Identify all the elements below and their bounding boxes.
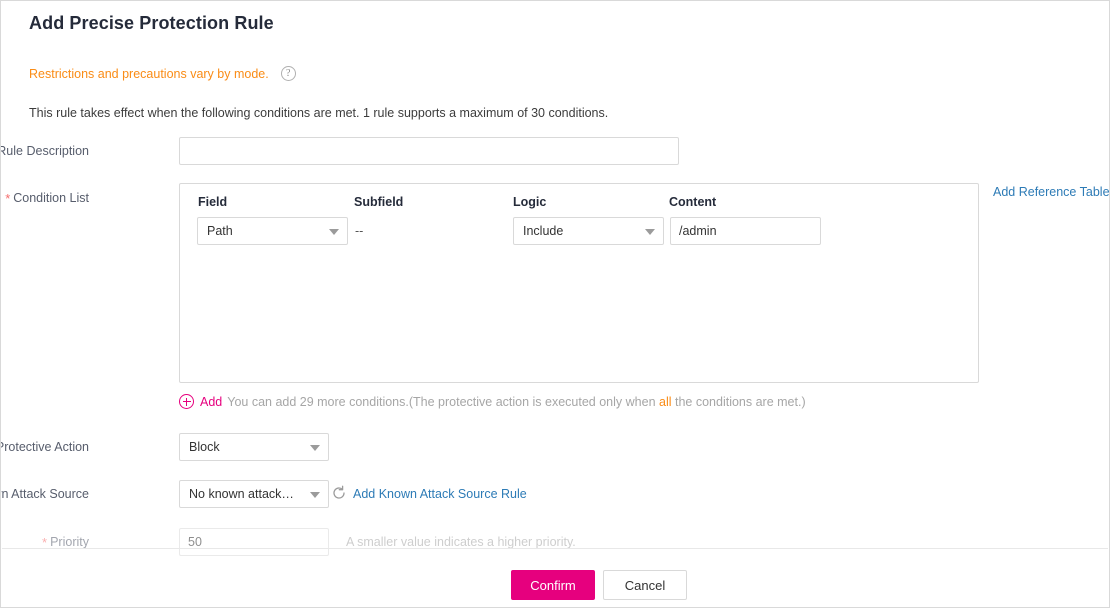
add-desc-highlight: all	[659, 394, 672, 409]
add-known-attack-source-rule-link[interactable]: Add Known Attack Source Rule	[353, 487, 527, 501]
rule-conditions-note: This rule takes effect when the followin…	[29, 106, 609, 120]
chevron-down-icon	[310, 445, 320, 451]
add-condition-row: Add You can add 29 more conditions.(The …	[179, 394, 806, 409]
column-header-content: Content	[669, 195, 717, 209]
priority-input[interactable]	[179, 528, 329, 556]
add-desc-after: the conditions are met.)	[671, 394, 806, 409]
known-attack-source-select-box[interactable]: No known attack…	[179, 480, 329, 508]
condition-field-select-box[interactable]: Path	[197, 217, 348, 245]
column-header-subfield: Subfield	[354, 195, 404, 209]
condition-content-input[interactable]	[670, 217, 821, 245]
rule-description-label-text: Rule Description	[0, 144, 89, 158]
condition-field-value: Path	[207, 224, 233, 238]
condition-list-panel: Field Subfield Logic Content Path -- Inc…	[179, 183, 979, 383]
add-desc-before: You can add 29 more conditions.(The prot…	[227, 394, 659, 409]
known-attack-source-label: *Known Attack Source	[1, 487, 89, 501]
condition-list-label: * Condition List	[1, 191, 89, 206]
protective-action-value: Block	[189, 440, 220, 454]
chevron-down-icon	[310, 492, 320, 498]
column-header-logic: Logic	[513, 195, 547, 209]
rule-description-input[interactable]	[179, 137, 679, 165]
add-condition-description: You can add 29 more conditions.(The prot…	[227, 395, 805, 409]
protective-action-select-box[interactable]: Block	[179, 433, 329, 461]
condition-list-label-text: Condition List	[13, 191, 89, 205]
condition-field-select[interactable]: Path	[197, 217, 348, 245]
condition-logic-select[interactable]: Include	[513, 217, 664, 245]
plus-circle-icon[interactable]	[179, 394, 194, 409]
question-circle-icon[interactable]: ?	[280, 66, 296, 81]
condition-logic-value: Include	[523, 224, 564, 238]
priority-hint: A smaller value indicates a higher prior…	[346, 535, 576, 549]
rule-description-label: Rule Description	[0, 144, 89, 158]
notice-text: Restrictions and precautions vary by mod…	[29, 66, 269, 81]
required-asterisk: *	[5, 191, 11, 206]
known-attack-source-value: No known attack…	[189, 487, 294, 501]
condition-subfield-value: --	[355, 224, 364, 238]
known-attack-source-label-text: Known Attack Source	[1, 487, 89, 501]
protective-action-label: *Protective Action	[0, 440, 89, 454]
confirm-button[interactable]: Confirm	[511, 570, 595, 600]
chevron-down-icon	[645, 229, 655, 235]
condition-logic-select-box[interactable]: Include	[513, 217, 664, 245]
protective-action-select[interactable]: Block	[179, 433, 329, 461]
add-reference-table-link[interactable]: Add Reference Table	[993, 185, 1109, 199]
footer-divider	[2, 548, 1108, 549]
add-condition-link[interactable]: Add	[200, 395, 222, 409]
page-title: Add Precise Protection Rule	[29, 13, 274, 33]
protective-action-label-text: Protective Action	[0, 440, 89, 454]
notice-row: Restrictions and precautions vary by mod…	[29, 66, 296, 81]
cancel-button[interactable]: Cancel	[603, 570, 687, 600]
priority-label: * Priority	[1, 535, 89, 549]
add-precise-protection-rule-dialog: Add Precise Protection Rule Restrictions…	[0, 0, 1110, 608]
column-header-field: Field	[198, 195, 228, 209]
priority-label-text: Priority	[50, 535, 89, 549]
chevron-down-icon	[329, 229, 339, 235]
refresh-icon[interactable]	[331, 485, 347, 501]
known-attack-source-select[interactable]: No known attack…	[179, 480, 329, 508]
